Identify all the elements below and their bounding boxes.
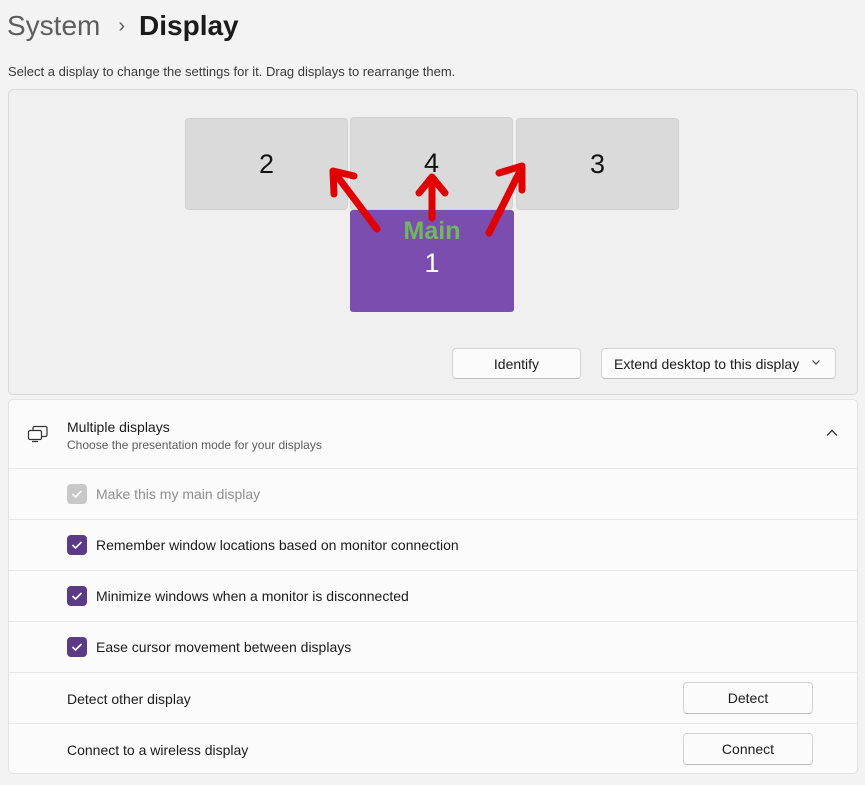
checkmark-icon — [71, 643, 83, 652]
main-display-label: Make this my main display — [96, 486, 261, 502]
extend-display-dropdown[interactable]: Extend desktop to this display — [601, 348, 836, 379]
main-display-tag: Main — [403, 217, 461, 245]
display-arrangement-panel: 2 4 3 Main 1 Identify Extend desktop to — [8, 89, 858, 395]
checkmark-icon — [71, 541, 83, 550]
checkmark-icon — [71, 490, 83, 499]
display-1-number: 1 — [424, 248, 440, 278]
detect-button[interactable]: Detect — [683, 682, 813, 714]
detect-display-row: Detect other display Detect — [9, 672, 857, 723]
display-2-number: 2 — [258, 148, 275, 179]
minimize-windows-checkbox[interactable] — [67, 586, 87, 606]
display-3[interactable]: 3 — [516, 118, 679, 210]
chevron-down-icon — [812, 360, 820, 365]
checkmark-icon — [71, 592, 83, 601]
checkbox-row-main-display: Make this my main display — [9, 468, 857, 519]
breadcrumb: System › Display — [7, 8, 239, 44]
connect-button[interactable]: Connect — [683, 733, 813, 765]
page-title: Display — [139, 10, 239, 41]
display-1-main[interactable]: Main 1 — [350, 210, 514, 312]
detect-display-label: Detect other display — [67, 691, 191, 707]
display-2[interactable]: 2 — [185, 118, 348, 210]
multiple-displays-subtitle: Choose the presentation mode for your di… — [67, 438, 322, 452]
remember-locations-checkbox[interactable] — [67, 535, 87, 555]
minimize-windows-label: Minimize windows when a monitor is disco… — [96, 588, 409, 604]
main-display-checkbox[interactable] — [67, 484, 87, 504]
extend-dropdown-value: Extend desktop to this display — [614, 355, 800, 372]
breadcrumb-system-link[interactable]: System — [7, 8, 100, 44]
wireless-display-label: Connect to a wireless display — [67, 742, 249, 758]
identify-button[interactable]: Identify — [452, 348, 581, 379]
display-4[interactable]: 4 — [350, 117, 513, 210]
multiple-displays-section: Multiple displays Choose the presentatio… — [8, 399, 858, 774]
arrange-hint: Select a display to change the settings … — [8, 64, 456, 79]
ease-cursor-checkbox[interactable] — [67, 637, 87, 657]
multiple-displays-icon — [27, 425, 48, 443]
display-4-number: 4 — [423, 148, 440, 178]
checkbox-row-remember-locations: Remember window locations based on monit… — [9, 519, 857, 570]
ease-cursor-label: Ease cursor movement between displays — [96, 639, 352, 655]
checkbox-row-ease-cursor: Ease cursor movement between displays — [9, 621, 857, 672]
wireless-display-row: Connect to a wireless display Connect — [9, 723, 857, 773]
chevron-up-icon[interactable] — [825, 428, 839, 438]
multiple-displays-header[interactable]: Multiple displays Choose the presentatio… — [9, 400, 857, 468]
checkbox-row-minimize-windows: Minimize windows when a monitor is disco… — [9, 570, 857, 621]
display-3-number: 3 — [589, 148, 606, 179]
multiple-displays-title: Multiple displays — [67, 419, 170, 435]
breadcrumb-separator-icon: › — [118, 15, 126, 37]
remember-locations-label: Remember window locations based on monit… — [96, 537, 459, 553]
